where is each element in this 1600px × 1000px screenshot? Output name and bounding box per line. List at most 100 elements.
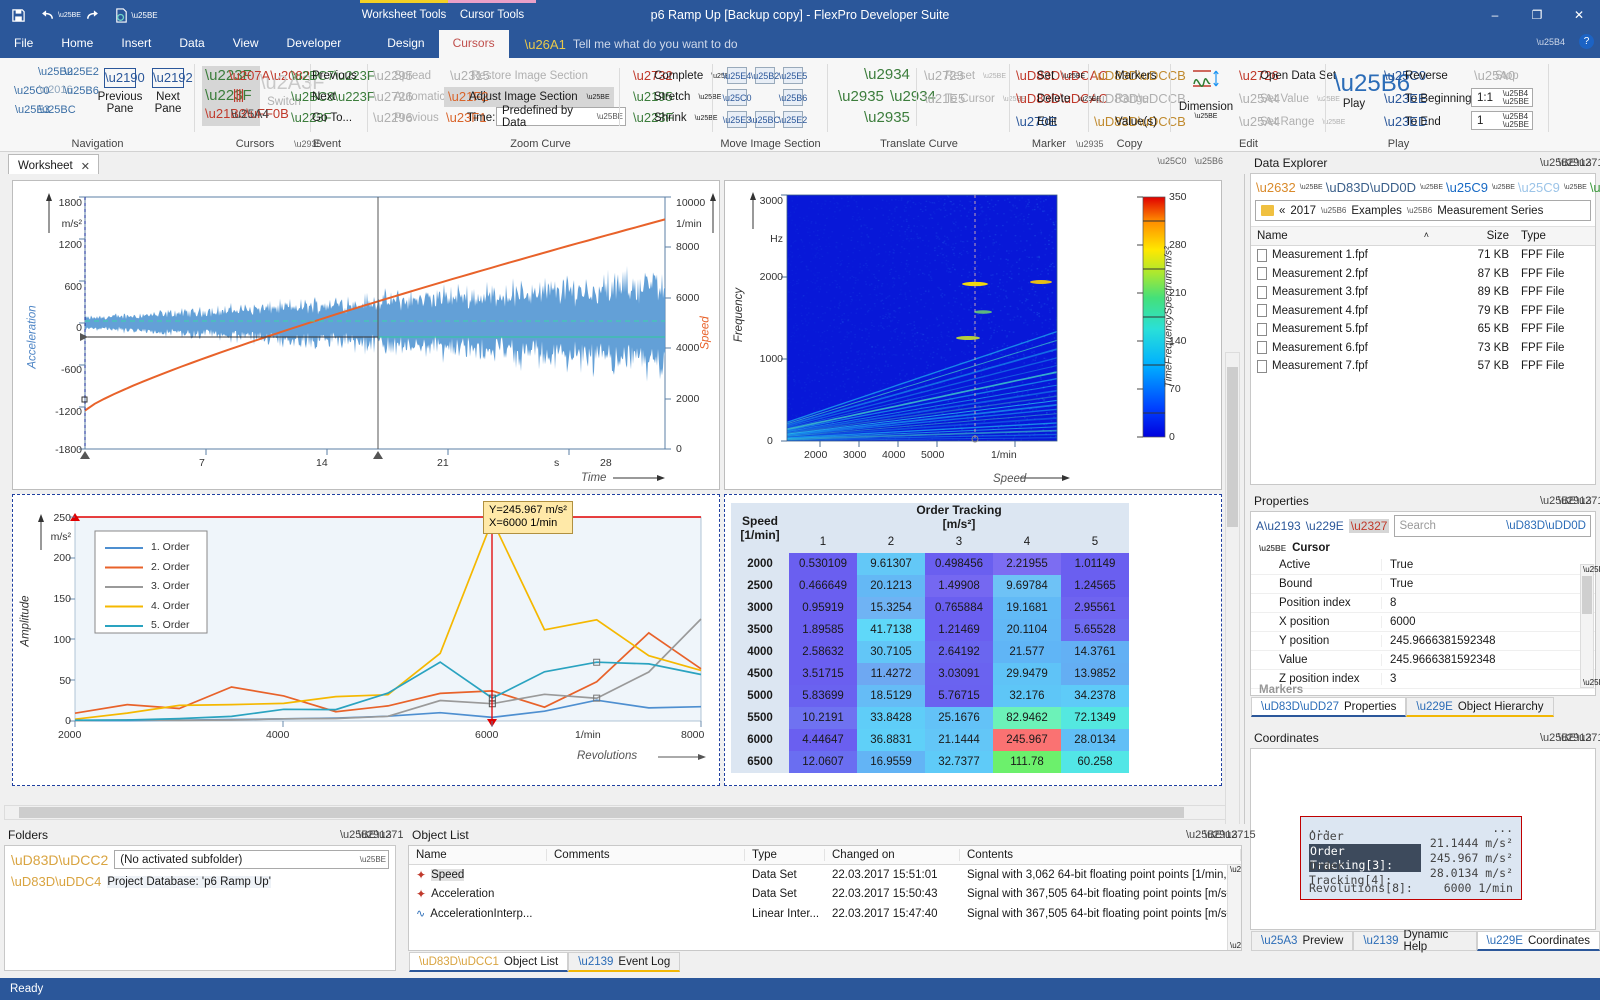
property-row[interactable]: Value245.9666381592348 — [1251, 651, 1595, 670]
table-cell[interactable]: 20.1213 — [857, 575, 925, 597]
table-cell[interactable]: 32.7377 — [925, 751, 993, 773]
event-previous-button[interactable]: \u2BC7\u223F Previous — [291, 68, 357, 84]
table-cell[interactable]: 0.466649 — [789, 575, 857, 597]
sort-alphabetical-icon[interactable]: A\u2193 — [1256, 519, 1301, 533]
table-row[interactable]: 35001.8958541.71381.2146920.11045.65528 — [731, 619, 1129, 641]
close-icon[interactable]: \u2715 — [1576, 732, 1594, 744]
back-icon[interactable]: \u25C9 — [1446, 180, 1488, 195]
ribbon-tab-developer[interactable]: Developer — [273, 30, 356, 58]
redo-icon[interactable] — [82, 5, 102, 25]
refresh-icon[interactable]: \u27F3 — [1590, 180, 1600, 195]
table-cell[interactable]: 41.7138 — [857, 619, 925, 641]
tab-properties[interactable]: \uD83D\uDD27 Properties — [1251, 697, 1406, 717]
play-button[interactable]: \u25B6 Play — [1334, 70, 1374, 110]
table-cell[interactable]: 3.03091 — [925, 663, 993, 685]
table-cell[interactable]: 5.65528 — [1061, 619, 1129, 641]
pin-icon[interactable]: \u2913 — [1558, 157, 1576, 169]
play-speed-spinner[interactable]: 1:1 \u25B4\u25BE — [1471, 88, 1533, 107]
table-cell[interactable]: 25.1676 — [925, 707, 993, 729]
table-row[interactable]: ∿AccelerationInterp...Linear Inter...22.… — [409, 904, 1241, 924]
pin-icon[interactable]: \u2913 — [358, 829, 376, 841]
table-cell[interactable]: 2.95561 — [1061, 597, 1129, 619]
cursor-sine-icon[interactable]: \u223F — [205, 88, 221, 104]
copy-values-button[interactable]: \uD83D\uDCCB Value(s) — [1094, 114, 1157, 130]
table-cell[interactable]: 72.1349 — [1061, 707, 1129, 729]
table-row[interactable]: 20000.5301099.613070.4984562.219551.0114… — [731, 553, 1129, 575]
translate-reset-button[interactable]: \u2723 Reset \u25BE — [924, 68, 1006, 84]
object-list-vertical-scrollbar[interactable]: \u25B2 \u25BC — [1227, 865, 1241, 950]
table-pane-order-tracking[interactable]: Speed [1/min] Order Tracking [m/s²] 1 2 … — [724, 494, 1222, 786]
move-right-button[interactable]: \u25B6 — [783, 89, 803, 106]
table-row[interactable]: 45003.5171511.42723.0309129.947913.9852 — [731, 663, 1129, 685]
chevron-down-icon[interactable]: \u25BE — [340, 829, 358, 841]
chart-pane-order-tracking[interactable]: 250 m/s² 200 150 100 50 0 2000 4000 6000… — [12, 494, 720, 786]
chart-pane-acceleration-speed[interactable]: 1800 m/s² 1200 600 0 -600 -1200 -1800 10… — [12, 180, 720, 490]
table-cell[interactable]: 18.5129 — [857, 685, 925, 707]
translate-left-icon[interactable]: \u2935 — [838, 89, 854, 105]
cursor-bars-icon[interactable]: |||| — [230, 86, 246, 102]
table-row[interactable]: 50005.8369918.51295.7671532.17634.2378 — [731, 685, 1129, 707]
undo-dropdown-icon[interactable]: \u25BE — [66, 5, 73, 25]
property-value[interactable]: True — [1381, 559, 1595, 571]
tab-object-list[interactable]: \uD83D\uDCC1 Object List — [409, 952, 568, 972]
step-spinner-arrows[interactable]: \u25B4\u25BE — [1503, 113, 1529, 129]
tab-scroll-left-icon[interactable]: \u25C0 — [1157, 156, 1186, 166]
table-cell[interactable]: 2.64192 — [925, 641, 993, 663]
table-cell[interactable]: 13.9852 — [1061, 663, 1129, 685]
list-item[interactable]: Measurement 3.fpf89 KBFPF File — [1251, 283, 1595, 302]
table-cell[interactable]: 82.9462 — [993, 707, 1061, 729]
breadcrumb-item-year[interactable]: 2017 — [1290, 205, 1316, 217]
undo-icon[interactable] — [37, 5, 57, 25]
table-cell[interactable]: 5.83699 — [789, 685, 857, 707]
tell-me-box[interactable]: \u26A1 Tell me what do you want to do — [509, 30, 738, 58]
table-cell[interactable]: 1.89585 — [789, 619, 857, 641]
chevron-down-icon[interactable]: \u25BE — [1540, 495, 1558, 507]
property-value[interactable]: 8 — [1381, 597, 1595, 609]
pin-icon[interactable]: \u2913 — [1558, 732, 1576, 744]
coordinates-body[interactable]: ......Order Tracking[2]:21.1444 m/s²Orde… — [1250, 748, 1596, 930]
table-cell[interactable]: 245.967 — [993, 729, 1061, 751]
property-row[interactable]: ActiveTrue — [1251, 556, 1595, 575]
cursor-two-icon[interactable]: \u207A\u2082 — [229, 68, 245, 84]
table-cell[interactable]: 60.258 — [1061, 751, 1129, 773]
table-cell[interactable]: 1.21469 — [925, 619, 993, 641]
tab-event-log[interactable]: \u2139 Event Log — [568, 952, 680, 972]
expand-arrow-icon[interactable]: \u25BE — [1259, 544, 1286, 553]
translate-up-icon[interactable]: \u2934 — [864, 67, 880, 83]
table-cell[interactable]: 0.765884 — [925, 597, 993, 619]
document-tab-worksheet[interactable]: Worksheet ✕ — [8, 154, 99, 174]
table-cell[interactable]: 0.95919 — [789, 597, 857, 619]
table-cell[interactable]: 5.76715 — [925, 685, 993, 707]
pin-icon[interactable]: \u2913 — [1204, 829, 1222, 841]
scroll-down-icon[interactable]: \u25BC — [1583, 678, 1600, 687]
ribbon-tab-file[interactable]: File — [0, 30, 47, 58]
close-icon[interactable]: \u2715 — [1222, 829, 1240, 841]
property-row[interactable]: Position index8 — [1251, 594, 1595, 613]
clear-filter-icon[interactable]: \u2327 — [1349, 519, 1390, 533]
table-cell[interactable]: 36.8831 — [857, 729, 925, 751]
speed-spinner-arrows[interactable]: \u25B4\u25BE — [1503, 90, 1529, 106]
chart-pane-spectrogram[interactable]: 3000 Hz 2000 1000 0 2000 3000 4000 5000 … — [724, 180, 1222, 490]
play-step-spinner[interactable]: 1 \u25B4\u25BE — [1471, 111, 1533, 130]
table-cell[interactable]: 30.7105 — [857, 641, 925, 663]
categorize-icon[interactable]: \u229E — [1306, 519, 1344, 533]
tab-dynamic-help[interactable]: \u2139 Dynamic Help — [1353, 931, 1476, 951]
refresh-document-icon[interactable] — [111, 5, 131, 25]
table-cell[interactable]: 9.61307 — [857, 553, 925, 575]
table-cell[interactable]: 16.9559 — [857, 751, 925, 773]
zoom-shrink-button[interactable]: \u223F Shrink \u25BE — [633, 110, 718, 126]
ribbon-tab-data[interactable]: Data — [165, 30, 218, 58]
open-data-set-button[interactable]: \u2726 Open Data Set — [1239, 68, 1336, 84]
list-item[interactable]: Measurement 5.fpf65 KBFPF File — [1251, 320, 1595, 339]
search-icon[interactable]: \uD83D\uDD0D — [1326, 180, 1416, 195]
property-value[interactable]: 245.9666381592348 — [1381, 654, 1595, 666]
column-header-name[interactable]: Name ˄ — [1251, 230, 1435, 242]
breadcrumb-item-measurement-series[interactable]: Measurement Series — [1437, 205, 1543, 217]
chevron-down-icon[interactable]: \u25BE — [1540, 732, 1558, 744]
minimize-button[interactable]: – — [1474, 0, 1516, 30]
activate-folder-icon[interactable]: \uD83D\uDCC2 — [11, 852, 108, 868]
breadcrumb-item-examples[interactable]: Examples — [1351, 205, 1402, 217]
column-header-comments[interactable]: Comments — [547, 849, 745, 861]
restore-image-section-button[interactable]: \u2315 Restore Image Section — [450, 68, 588, 84]
property-value[interactable]: 6000 — [1381, 616, 1595, 628]
